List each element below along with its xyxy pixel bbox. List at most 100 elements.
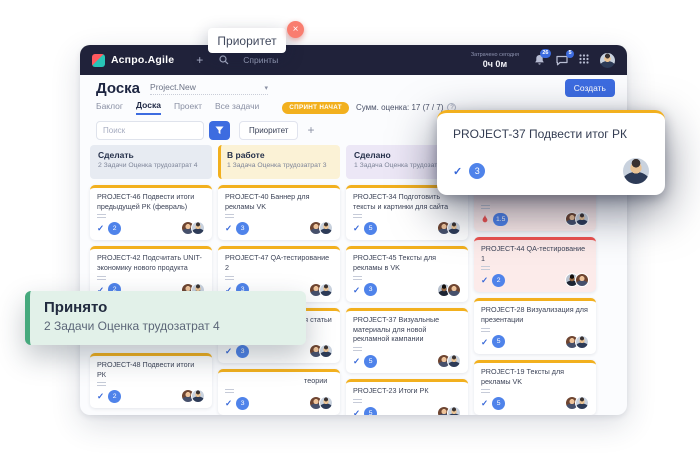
estimate-badge: 3 [469, 163, 485, 179]
estimate-badge: 3 [236, 345, 249, 358]
project-name: Project.New [150, 82, 196, 92]
description-icon [353, 399, 362, 403]
description-icon [481, 266, 490, 270]
estimate-badge: 5 [492, 335, 505, 348]
task-title: PROJECT-28 Визуализация для презентации [481, 305, 589, 324]
messages-count-badge: 5 [566, 50, 574, 59]
estimate-badge: 2 [108, 222, 121, 235]
search-input[interactable] [96, 121, 204, 140]
avatar-man [575, 396, 589, 410]
avatar-man [191, 221, 205, 235]
column-name: Сделать [98, 150, 204, 160]
column-meta: 1 Задача Оценка трудозатрат 3 [227, 162, 332, 169]
check-icon: ✓ [353, 224, 360, 233]
project-selector[interactable]: Project.New ▾ [150, 82, 268, 95]
messages-icon[interactable]: 5 [556, 55, 568, 66]
description-icon [481, 389, 490, 393]
estimate-badge: 2 [108, 390, 121, 403]
estimate-badge: 5 [364, 222, 377, 235]
description-icon [481, 328, 490, 332]
column-header-in-progress: В работе 1 Задача Оценка трудозатрат 3 [218, 145, 340, 179]
column-in-progress: В работе 1 Задача Оценка трудозатрат 3 P… [218, 145, 340, 415]
check-icon: ✓ [481, 338, 488, 347]
description-icon [481, 205, 490, 209]
description-icon [97, 276, 106, 280]
funnel-icon [215, 123, 224, 138]
chevron-down-icon: ▾ [265, 85, 269, 92]
avatar-man [575, 212, 589, 226]
top-navbar: Аспро.Agile + Спринты Затрачено сегодня … [80, 45, 627, 75]
avatar-woman [575, 273, 589, 287]
column-todo: Сделать 2 Задачи Оценка трудозатрат 4 PR… [90, 145, 212, 408]
time-tracker: Затрачено сегодня 0ч 0м [471, 52, 519, 69]
task-card[interactable]: PROJECT-44 QA-тестирование 1 ✓ 2 [474, 237, 596, 292]
check-icon: ✓ [481, 399, 488, 408]
apps-grid-icon[interactable] [579, 51, 589, 69]
priority-tooltip-label: Приоритет [217, 34, 276, 48]
notifications-bell-icon[interactable]: 26 [534, 54, 545, 66]
description-icon [353, 214, 362, 218]
task-detail-popup[interactable]: PROJECT-37 Подвести итог РК ✓ 3 [437, 110, 665, 195]
add-icon[interactable]: + [196, 54, 203, 66]
task-card[interactable]: PROJECT-40 Баннер для рекламы VK ✓ 3 [218, 185, 340, 240]
app-window: Аспро.Agile + Спринты Затрачено сегодня … [80, 45, 627, 415]
accepted-meta: 2 Задачи Оценка трудозатрат 4 [44, 319, 306, 333]
time-tracker-value: 0ч 0м [471, 59, 519, 69]
avatar-man [447, 406, 461, 415]
accepted-column-callout: Принято 2 Задачи Оценка трудозатрат 4 [25, 291, 306, 345]
close-icon[interactable]: × [287, 21, 304, 38]
task-card[interactable]: PROJECT-28 Визуализация для презентации … [474, 298, 596, 353]
task-card[interactable]: PROJECT-46 Подвести итоги предыдущей РК … [90, 185, 212, 240]
task-card[interactable]: PROJECT-23 Итоги РК ✓ 5 [346, 379, 468, 415]
avatar-man [447, 354, 461, 368]
check-icon: ✓ [481, 276, 488, 285]
check-icon: ✓ [225, 399, 232, 408]
task-title: PROJECT-47 QA-тестирование 2 [225, 253, 333, 272]
estimate-badge: 5 [364, 355, 377, 368]
estimate-badge: 5 [492, 397, 505, 410]
add-filter-button[interactable]: + [307, 124, 314, 136]
create-button[interactable]: Создать [565, 79, 615, 97]
avatar-man [623, 158, 649, 184]
task-card[interactable]: PROJECT-45 Тексты для рекламы в VK ✓ 3 [346, 246, 468, 301]
column-header-todo: Сделать 2 Задачи Оценка трудозатрат 4 [90, 145, 212, 179]
description-icon [97, 382, 106, 386]
check-icon: ✓ [225, 347, 232, 356]
task-title: PROJECT-45 Тексты для рекламы в VK [353, 253, 461, 272]
task-card[interactable]: PROJECT-19 Тексты для рекламы VK ✓ 5 [474, 360, 596, 415]
task-title: PROJECT-37 Визуальные материалы для ново… [353, 315, 461, 344]
estimate-badge: 1.5 [493, 213, 508, 226]
filter-button[interactable] [209, 121, 230, 140]
check-icon: ✓ [453, 165, 462, 178]
task-title: PROJECT-48 Подвести итоги РК [97, 360, 205, 379]
task-title: PROJECT-19 Тексты для рекламы VK [481, 367, 589, 386]
priority-filter-chip[interactable]: Приоритет [239, 121, 298, 140]
user-avatar[interactable] [600, 53, 615, 68]
popup-task-title: PROJECT-37 Подвести итог РК [453, 127, 649, 141]
avatar-man [575, 335, 589, 349]
task-card[interactable]: PROJECT-48 Подвести итоги РК ✓ 2 [90, 353, 212, 408]
search-icon[interactable] [219, 55, 229, 65]
time-tracker-label: Затрачено сегодня [471, 52, 519, 58]
tab-backlog[interactable]: Баклог [96, 101, 123, 114]
task-title: PROJECT-42 Подсчитать UNIT-экономику нов… [97, 253, 205, 272]
tab-all-tasks[interactable]: Все задачи [215, 101, 259, 114]
tab-board[interactable]: Доска [136, 100, 161, 115]
nav-item-sprints[interactable]: Спринты [243, 55, 278, 65]
avatar-man [447, 221, 461, 235]
priority-tooltip: Приоритет [208, 28, 286, 53]
description-icon [353, 347, 362, 351]
task-title: PROJECT-44 QA-тестирование 1 [481, 244, 589, 263]
task-card[interactable]: PROJECT-37 Визуальные материалы для ново… [346, 308, 468, 373]
column-meta: 2 Задачи Оценка трудозатрат 4 [98, 162, 204, 169]
accepted-title: Принято [44, 299, 306, 316]
check-icon: ✓ [225, 224, 232, 233]
avatar-man [319, 344, 333, 358]
task-title: PROJECT-40 Баннер для рекламы VK [225, 192, 333, 211]
sprint-status-badge: СПРИНТ НАЧАТ [282, 102, 349, 114]
page-title: Доска [96, 80, 140, 97]
task-title: PROJECT-23 Итоги РК [353, 386, 461, 396]
avatar-man [319, 221, 333, 235]
tab-project[interactable]: Проект [174, 101, 202, 114]
task-card[interactable]: теории ✓ 3 [218, 369, 340, 415]
